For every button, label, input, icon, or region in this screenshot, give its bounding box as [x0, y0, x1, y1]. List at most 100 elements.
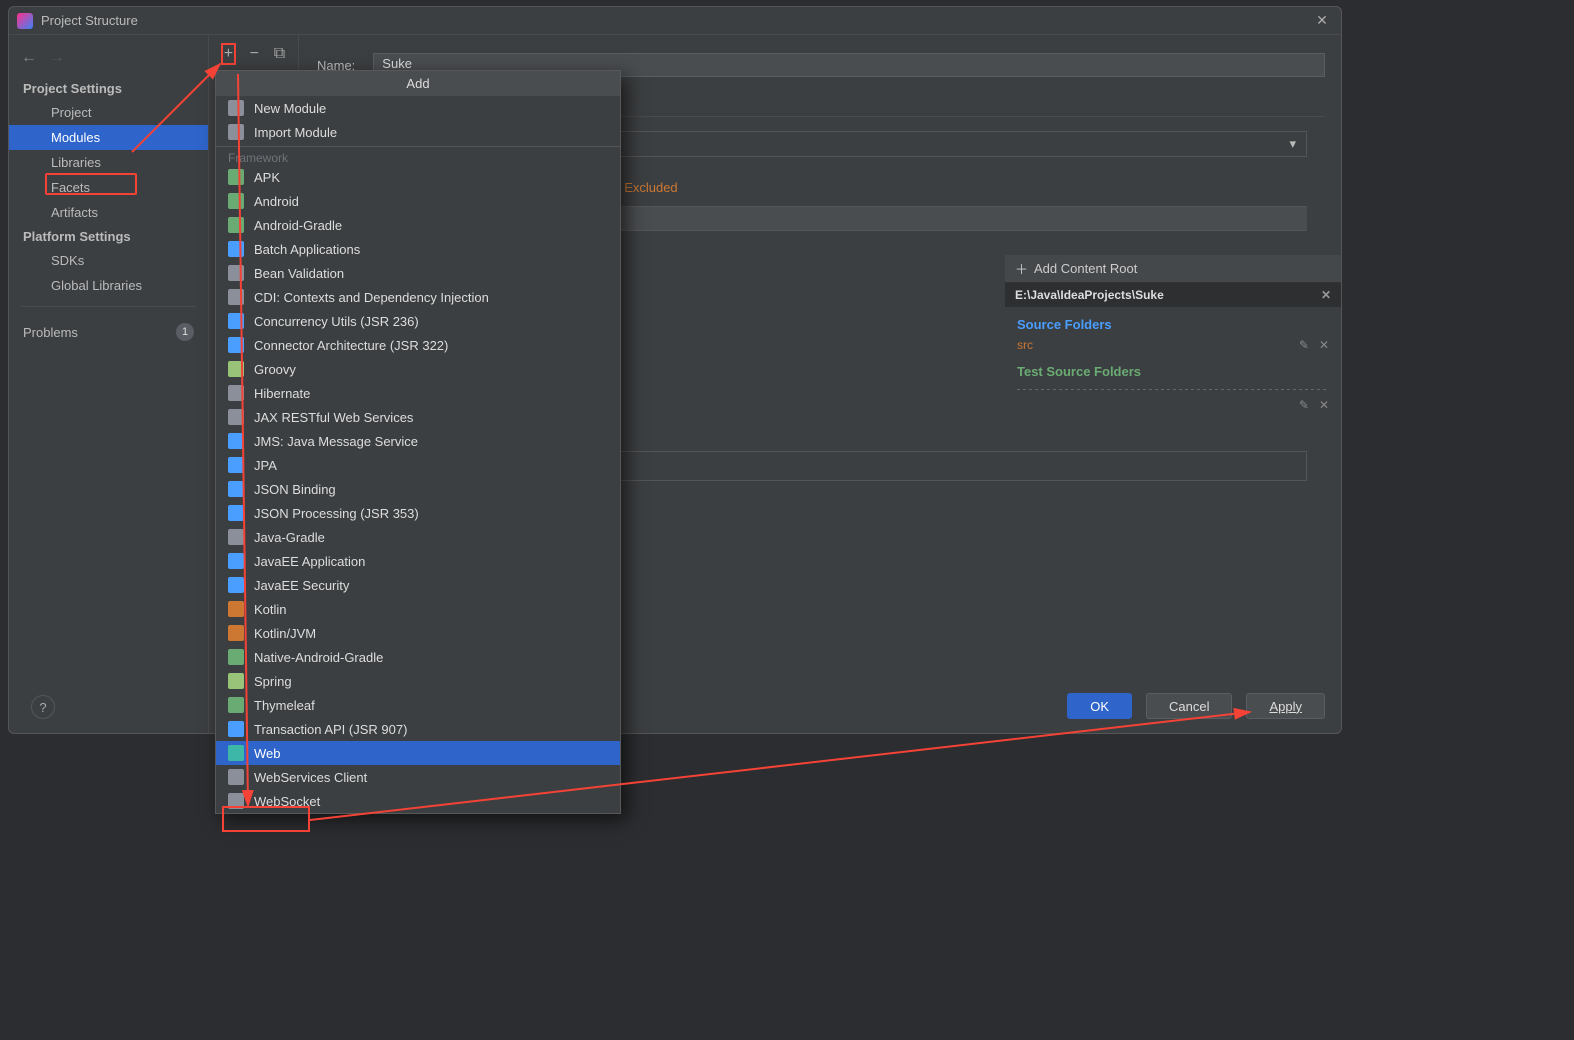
test-folder-row: ✎✕ [1005, 396, 1341, 414]
popup-item-android-gradle[interactable]: Android-Gradle [216, 213, 620, 237]
popup-item-concurrency-utils-jsr-236-[interactable]: Concurrency Utils (JSR 236) [216, 309, 620, 333]
popup-item-bean-validation[interactable]: Bean Validation [216, 261, 620, 285]
popup-item-hibernate[interactable]: Hibernate [216, 381, 620, 405]
cancel-button[interactable]: Cancel [1146, 693, 1232, 719]
project-structure-dialog: Project Structure ✕ ← → Project Settings… [8, 6, 1342, 734]
framework-icon [228, 265, 244, 281]
edit-icon[interactable]: ✎ [1299, 398, 1309, 412]
framework-icon [228, 289, 244, 305]
popup-item-import-module[interactable]: Import Module [216, 120, 620, 144]
sidebar-item-modules[interactable]: Modules [9, 125, 208, 150]
sidebar-item-sdks[interactable]: SDKs [9, 248, 208, 273]
sidebar-item-libraries[interactable]: Libraries [9, 150, 208, 175]
popup-item-connector-architecture-jsr-322-[interactable]: Connector Architecture (JSR 322) [216, 333, 620, 357]
remove-icon[interactable]: ✕ [1319, 338, 1329, 352]
popup-item-spring[interactable]: Spring [216, 669, 620, 693]
section-project-settings: Project Settings [9, 77, 208, 100]
framework-icon [228, 337, 244, 353]
framework-icon [228, 457, 244, 473]
framework-icon [228, 577, 244, 593]
framework-icon [228, 769, 244, 785]
popup-item-jpa[interactable]: JPA [216, 453, 620, 477]
annotation-box-web [222, 806, 310, 832]
ok-button[interactable]: OK [1067, 693, 1132, 719]
add-module-button[interactable]: + [221, 43, 236, 65]
popup-item-javaee-security[interactable]: JavaEE Security [216, 573, 620, 597]
popup-group-framework: Framework [216, 149, 620, 165]
popup-item-web[interactable]: Web [216, 741, 620, 765]
popup-separator [216, 146, 620, 147]
popup-item-webservices-client[interactable]: WebServices Client [216, 765, 620, 789]
section-platform-settings: Platform Settings [9, 225, 208, 248]
popup-item-groovy[interactable]: Groovy [216, 357, 620, 381]
popup-item-native-android-gradle[interactable]: Native-Android-Gradle [216, 645, 620, 669]
framework-icon [228, 313, 244, 329]
framework-icon [228, 553, 244, 569]
source-folders-label: Source Folders [1005, 307, 1341, 336]
framework-icon [228, 361, 244, 377]
popup-item-android[interactable]: Android [216, 189, 620, 213]
popup-item-javaee-application[interactable]: JavaEE Application [216, 549, 620, 573]
content-root-path-text: E:\Java\IdeaProjects\Suke [1015, 288, 1164, 302]
framework-icon [228, 529, 244, 545]
sidebar-item-artifacts[interactable]: Artifacts [9, 200, 208, 225]
close-icon[interactable]: ✕ [1311, 12, 1333, 29]
copy-module-button[interactable]: ⧉ [273, 43, 286, 65]
nav-forward-icon[interactable]: → [49, 49, 65, 67]
popup-item-batch-applications[interactable]: Batch Applications [216, 237, 620, 261]
source-folder-name: src [1017, 338, 1033, 352]
framework-icon [228, 697, 244, 713]
popup-header: Add [216, 71, 620, 96]
remove-icon[interactable]: ✕ [1319, 398, 1329, 412]
test-source-folders-label: Test Source Folders [1005, 354, 1341, 383]
popup-item-json-processing-jsr-353-[interactable]: JSON Processing (JSR 353) [216, 501, 620, 525]
content-root-entry[interactable]: E:\Java\IdeaProjects\Suke ✕ [1005, 283, 1341, 307]
framework-icon [228, 505, 244, 521]
chevron-down-icon: ▾ [1289, 136, 1296, 152]
problems-label: Problems [23, 325, 78, 340]
nav-back-icon[interactable]: ← [21, 49, 37, 67]
popup-item-jms-java-message-service[interactable]: JMS: Java Message Service [216, 429, 620, 453]
framework-icon [228, 385, 244, 401]
framework-icon [228, 433, 244, 449]
edit-icon[interactable]: ✎ [1299, 338, 1309, 352]
framework-icon [228, 673, 244, 689]
popup-item-jax-restful-web-services[interactable]: JAX RESTful Web Services [216, 405, 620, 429]
mark-excluded[interactable]: Excluded [624, 180, 677, 195]
popup-item-json-binding[interactable]: JSON Binding [216, 477, 620, 501]
framework-icon [228, 409, 244, 425]
framework-icon [228, 169, 244, 185]
problems-count-badge: 1 [176, 323, 194, 341]
popup-item-thymeleaf[interactable]: Thymeleaf [216, 693, 620, 717]
module-icon [228, 100, 244, 116]
popup-item-kotlin[interactable]: Kotlin [216, 597, 620, 621]
popup-item-cdi-contexts-and-dependency-injection[interactable]: CDI: Contexts and Dependency Injection [216, 285, 620, 309]
intellij-icon [17, 13, 33, 29]
apply-button[interactable]: Apply [1246, 693, 1325, 719]
import-icon [228, 124, 244, 140]
framework-icon [228, 193, 244, 209]
remove-module-button[interactable]: − [248, 43, 261, 65]
popup-item-new-module[interactable]: New Module [216, 96, 620, 120]
popup-item-apk[interactable]: APK [216, 165, 620, 189]
framework-icon [228, 625, 244, 641]
sidebar-item-global-libraries[interactable]: Global Libraries [9, 273, 208, 298]
dialog-title: Project Structure [41, 13, 1311, 28]
sidebar-item-problems[interactable]: Problems 1 [9, 315, 208, 349]
framework-icon [228, 601, 244, 617]
remove-root-icon[interactable]: ✕ [1321, 288, 1331, 302]
popup-item-kotlin-jvm[interactable]: Kotlin/JVM [216, 621, 620, 645]
source-folder-item[interactable]: src ✎ ✕ [1005, 336, 1341, 354]
content-roots-panel: ＋ Add Content Root E:\Java\IdeaProjects\… [1005, 255, 1341, 414]
plus-icon: ＋ [1015, 259, 1028, 278]
popup-item-transaction-api-jsr-907-[interactable]: Transaction API (JSR 907) [216, 717, 620, 741]
annotation-box-modules [45, 173, 137, 195]
popup-item-java-gradle[interactable]: Java-Gradle [216, 525, 620, 549]
drop-target-line [1017, 389, 1329, 390]
sidebar-item-project[interactable]: Project [9, 100, 208, 125]
help-button[interactable]: ? [31, 695, 55, 719]
framework-icon [228, 649, 244, 665]
add-content-root-label: Add Content Root [1034, 261, 1137, 276]
add-content-root-button[interactable]: ＋ Add Content Root [1005, 255, 1341, 283]
framework-icon [228, 481, 244, 497]
